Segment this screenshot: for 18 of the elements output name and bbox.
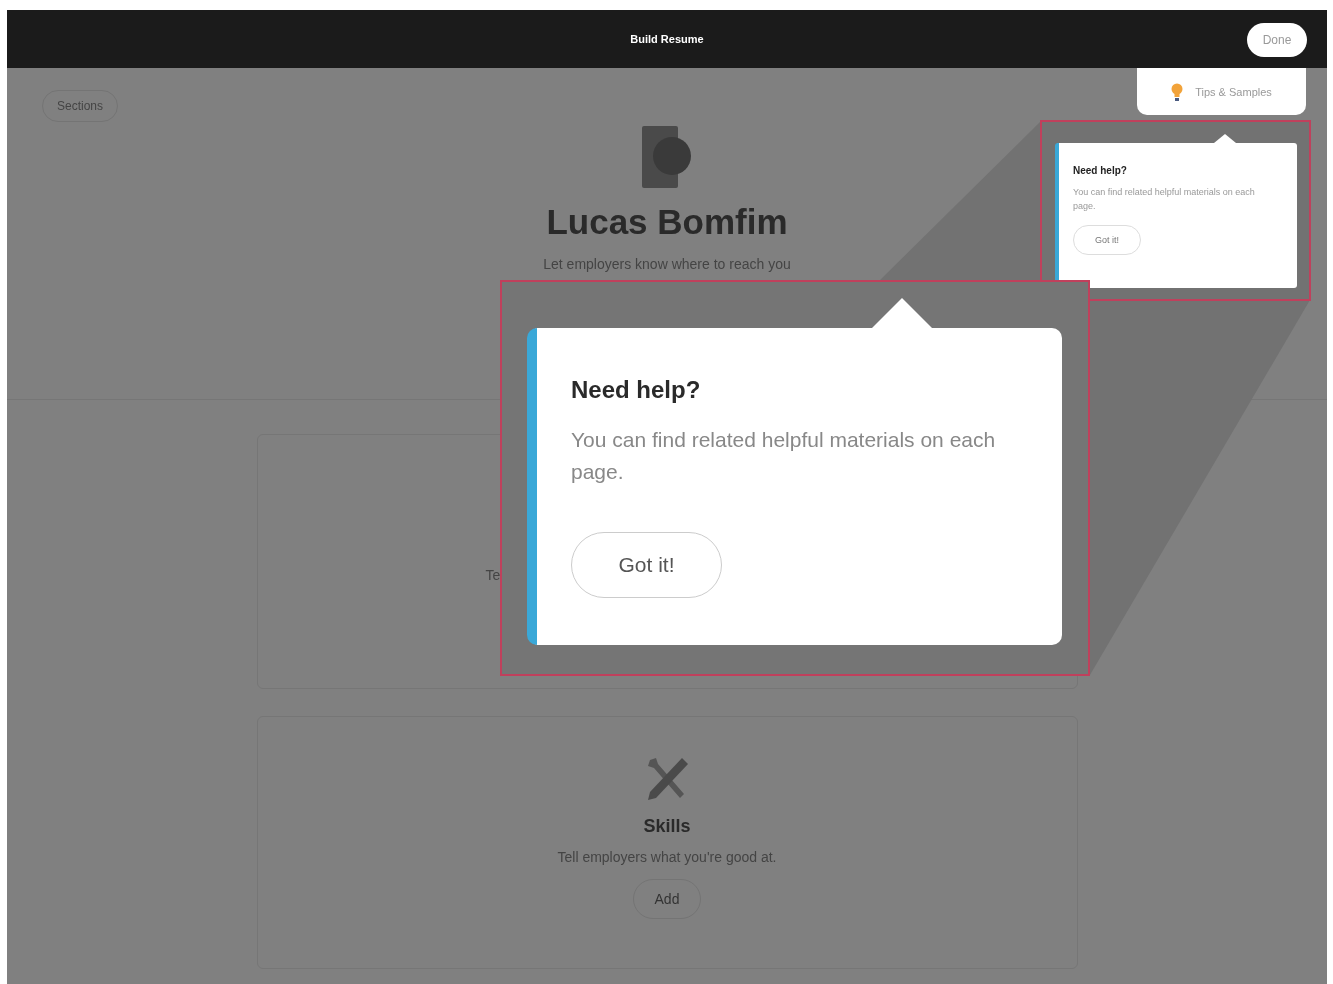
popover-text: You can find related helpful materials on each page. xyxy=(1073,186,1256,213)
contact-card-icon xyxy=(640,126,694,188)
card-title: Skills xyxy=(643,816,691,837)
sections-button[interactable]: Sections xyxy=(42,90,119,122)
popover-title: Need help? xyxy=(571,376,702,404)
page-title: Build Resume xyxy=(630,33,704,45)
popover-text: You can find related helpful materials on each page. xyxy=(571,427,997,485)
got-it-button[interactable]: Got it! xyxy=(571,532,722,598)
popover-title: Need help? xyxy=(1073,165,1128,176)
add-button[interactable]: Add xyxy=(633,879,701,919)
done-button[interactable]: Done xyxy=(1247,23,1307,57)
profile-subtitle: Let employers know where to reach you xyxy=(543,256,791,272)
lightbulb-icon xyxy=(1171,81,1184,102)
got-it-button[interactable]: Got it! xyxy=(1073,225,1141,255)
card-description: Tell employers what you're good at. xyxy=(557,849,777,865)
card-description: Te xyxy=(485,567,502,583)
tips-label[interactable]: Tips & Samples xyxy=(1195,85,1272,98)
profile-name: Lucas Bomfim xyxy=(546,202,788,242)
